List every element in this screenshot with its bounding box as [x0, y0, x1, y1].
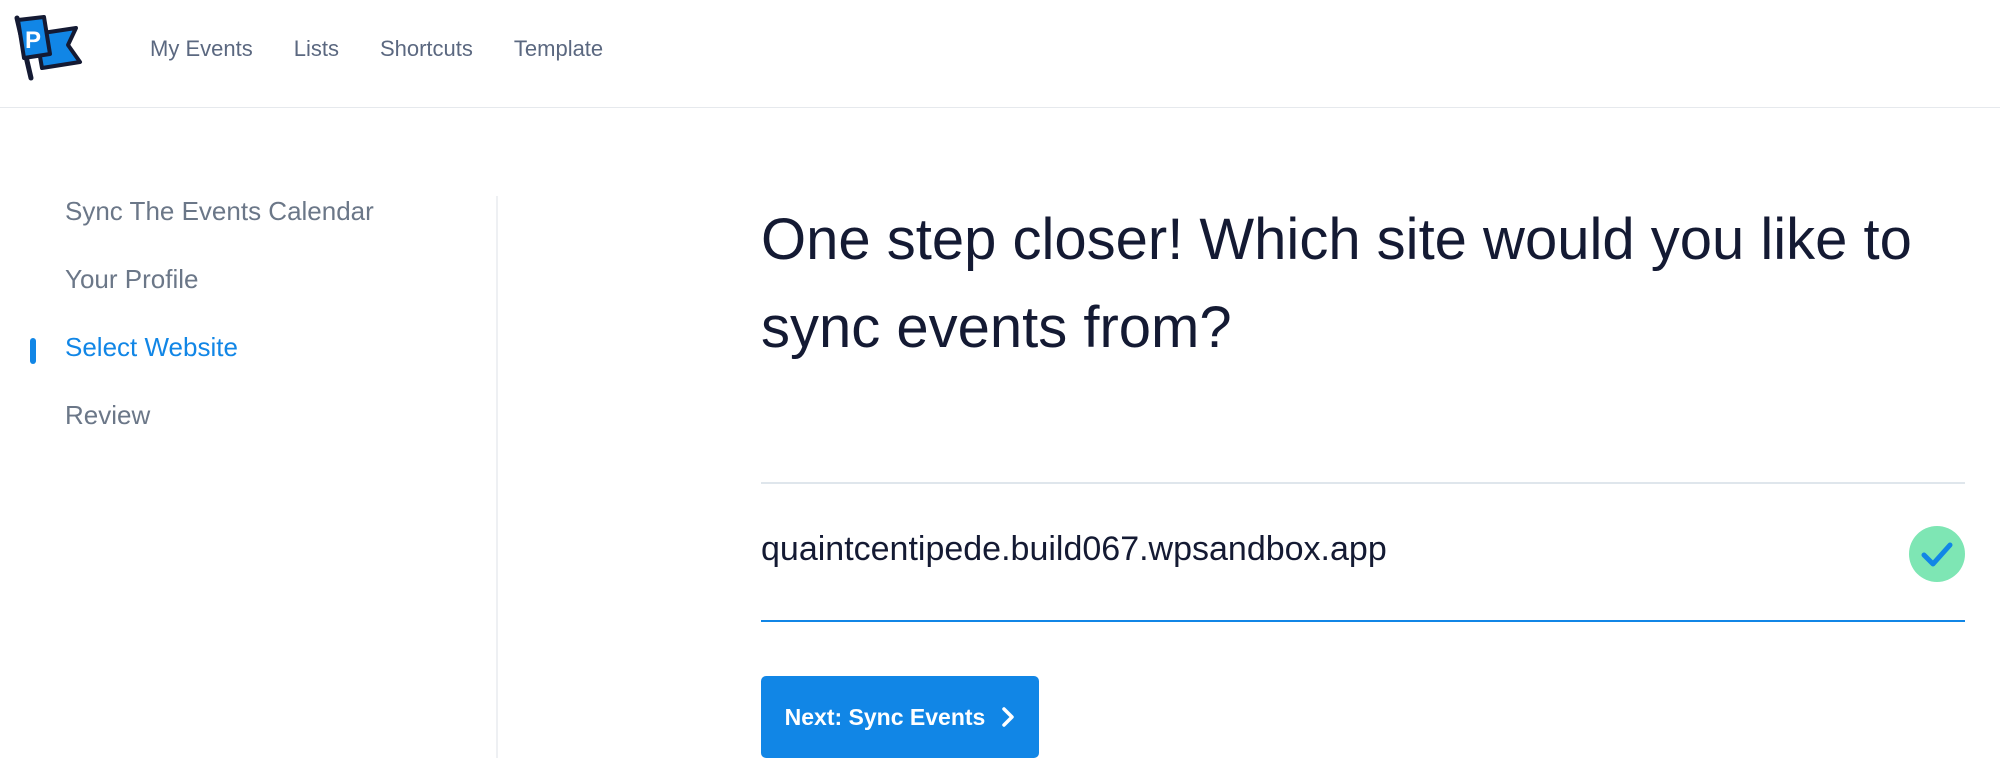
active-step-indicator [30, 338, 36, 364]
site-option[interactable]: quaintcentipede.build067.wpsandbox.app [761, 482, 1965, 622]
step-your-profile[interactable]: Your Profile [65, 264, 198, 295]
steps-sidebar: Sync The Events Calendar Your Profile Se… [0, 196, 498, 758]
next-button-label: Next: Sync Events [784, 703, 986, 730]
nav-lists[interactable]: Lists [294, 36, 339, 62]
nav-shortcuts[interactable]: Shortcuts [380, 36, 473, 62]
logo-letter: P [25, 27, 41, 54]
nav-template[interactable]: Template [514, 36, 603, 62]
step-sync-the-events-calendar[interactable]: Sync The Events Calendar [65, 196, 374, 227]
selected-badge [1909, 526, 1965, 582]
nav-my-events[interactable]: My Events [150, 36, 253, 62]
step-review[interactable]: Review [65, 400, 150, 431]
top-navigation-bar: P My Events Lists Shortcuts Template [0, 0, 2000, 108]
site-name: quaintcentipede.build067.wpsandbox.app [761, 530, 1387, 568]
next-sync-events-button[interactable]: Next: Sync Events [761, 676, 1039, 758]
chevron-right-icon [1001, 706, 1015, 728]
main-nav: My Events Lists Shortcuts Template [150, 0, 644, 98]
page-title: One step closer! Which site would you li… [761, 207, 1912, 360]
step-select-website[interactable]: Select Website [65, 332, 238, 363]
flag-logo-icon[interactable]: P [10, 12, 84, 82]
checkmark-icon [1921, 542, 1953, 567]
